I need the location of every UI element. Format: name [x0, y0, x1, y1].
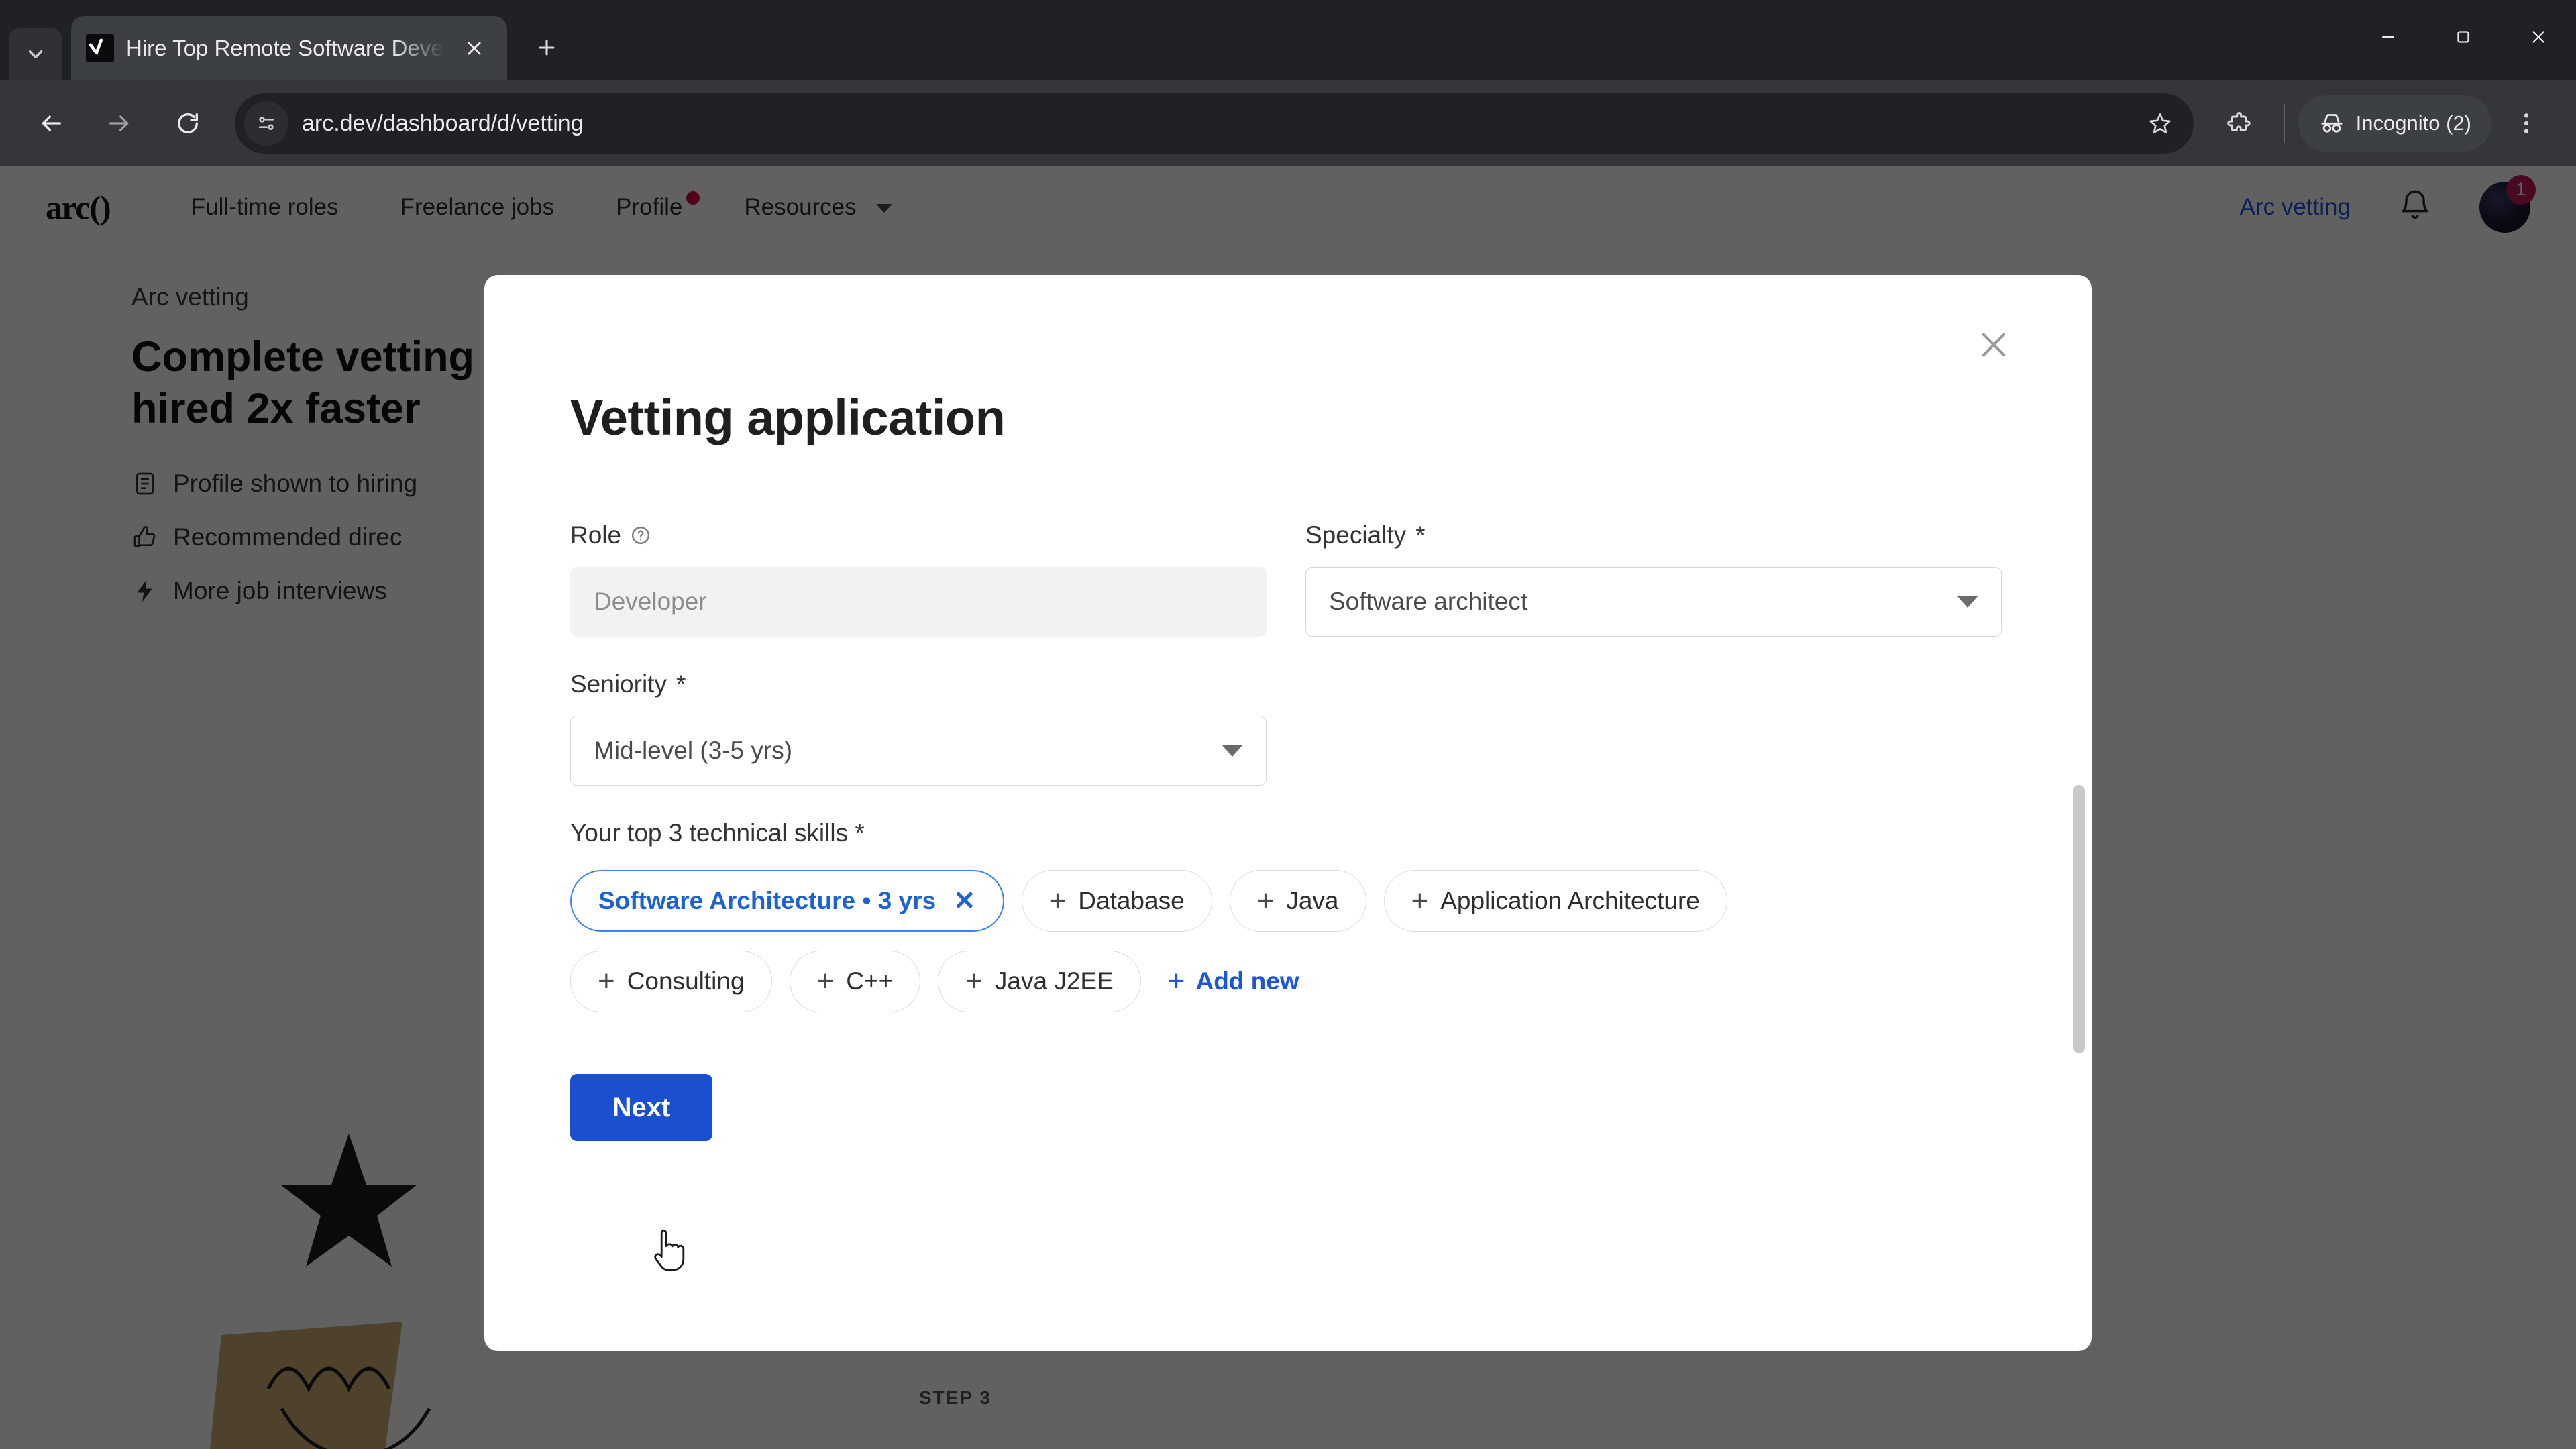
- seniority-label-text: Seniority: [570, 670, 667, 698]
- chevron-down-icon: [1222, 745, 1243, 757]
- plus-icon: +: [598, 965, 615, 998]
- specialty-label-text: Specialty: [1305, 521, 1407, 549]
- specialty-value: Software architect: [1329, 588, 1528, 615]
- seniority-label: Seniority *: [570, 670, 1267, 698]
- plus-icon: +: [1167, 965, 1185, 998]
- field-seniority: Seniority * Mid-level (3-5 yrs): [570, 670, 1267, 786]
- tab-search-button[interactable]: [9, 28, 62, 80]
- skill-chip-label: Software Architecture • 3 yrs: [598, 887, 936, 914]
- profile-incognito-indicator[interactable]: Incognito (2): [2298, 95, 2491, 152]
- extensions-button[interactable]: [2208, 93, 2270, 154]
- modal-title: Vetting application: [570, 390, 1006, 445]
- minimize-button[interactable]: [2351, 0, 2426, 74]
- plus-icon: +: [816, 965, 835, 998]
- back-button[interactable]: [19, 91, 83, 156]
- forward-button[interactable]: [87, 91, 152, 156]
- window-controls: [2351, 0, 2576, 74]
- address-bar[interactable]: arc.dev/dashboard/d/vetting: [235, 93, 2194, 154]
- skills-label: Your top 3 technical skills *: [570, 819, 865, 847]
- modal-inner: Vetting application Role Developer Speci…: [484, 275, 2092, 1351]
- skill-chip-label: Consulting: [627, 967, 745, 995]
- seniority-required-asterisk: *: [676, 670, 686, 698]
- skill-chip-label: Java: [1286, 887, 1339, 914]
- chevron-down-icon: [1957, 596, 1978, 608]
- seniority-value: Mid-level (3-5 yrs): [594, 737, 793, 764]
- specialty-label: Specialty *: [1305, 521, 2002, 549]
- plus-icon: +: [1256, 884, 1275, 918]
- browser-tab[interactable]: Hire Top Remote Software Deve: [71, 16, 507, 80]
- minimize-icon: [2382, 36, 2394, 38]
- skill-chip-label: Java J2EE: [994, 967, 1114, 995]
- tab-title: Hire Top Remote Software Deve: [126, 36, 443, 60]
- url-text[interactable]: arc.dev/dashboard/d/vetting: [302, 111, 2121, 137]
- vetting-application-modal: Vetting application Role Developer Speci…: [484, 275, 2092, 1351]
- specialty-required-asterisk: *: [1415, 521, 1426, 549]
- form-row-seniority: Seniority * Mid-level (3-5 yrs): [570, 670, 2006, 786]
- arrow-right-icon: [109, 115, 129, 131]
- more-vertical-icon: [2524, 113, 2529, 133]
- plus-icon: +: [1049, 884, 1067, 918]
- close-icon: [1982, 333, 2006, 357]
- role-value: Developer: [594, 588, 707, 615]
- skill-chip[interactable]: + Java: [1229, 870, 1366, 932]
- modal-scrollbar[interactable]: [2073, 785, 2085, 1053]
- browser-window: Hire Top Remote Software Deve arc.dev/da…: [0, 0, 2576, 1449]
- tab-close-button[interactable]: [456, 30, 492, 66]
- role-input: Developer: [570, 567, 1267, 637]
- arc-favicon: [86, 34, 114, 62]
- help-icon[interactable]: [631, 525, 651, 545]
- specialty-select[interactable]: Software architect: [1305, 567, 2002, 637]
- skill-chip-label: C++: [846, 967, 894, 995]
- field-role: Role Developer: [570, 521, 1267, 637]
- maximize-icon: [2457, 31, 2469, 43]
- arrow-left-icon: [42, 115, 62, 131]
- skill-chip[interactable]: + Consulting: [570, 951, 772, 1012]
- site-settings-button[interactable]: [244, 101, 288, 146]
- incognito-icon: [2321, 114, 2343, 133]
- close-icon: [468, 42, 481, 55]
- reload-icon: [178, 113, 198, 134]
- skill-chip-label: Application Architecture: [1440, 887, 1700, 914]
- tune-icon: [258, 117, 274, 130]
- close-icon: [2532, 31, 2544, 43]
- next-button[interactable]: Next: [570, 1074, 712, 1141]
- field-specialty: Specialty * Software architect: [1305, 521, 2002, 637]
- add-new-skill-label: Add new: [1195, 967, 1299, 995]
- new-tab-button[interactable]: [519, 20, 574, 75]
- modal-close-button[interactable]: [1966, 317, 2022, 373]
- role-label: Role: [570, 521, 1267, 549]
- maximize-button[interactable]: [2426, 0, 2501, 74]
- seniority-select[interactable]: Mid-level (3-5 yrs): [570, 716, 1267, 786]
- remove-skill-icon[interactable]: ✕: [953, 885, 976, 916]
- skill-chip-label: Database: [1078, 887, 1185, 914]
- star-icon: [2149, 113, 2171, 133]
- profile-label: Incognito (2): [2355, 111, 2471, 135]
- plus-icon: [539, 40, 555, 56]
- skill-chip[interactable]: + Application Architecture: [1383, 870, 1727, 932]
- chevron-down-icon: [28, 50, 43, 58]
- skill-chips-container: Software Architecture • 3 yrs ✕ + Databa…: [570, 870, 1885, 1012]
- skill-chip[interactable]: + Java J2EE: [938, 951, 1141, 1012]
- skill-chip-selected[interactable]: Software Architecture • 3 yrs ✕: [570, 870, 1004, 932]
- add-new-skill-button[interactable]: + Add new: [1159, 951, 1299, 1012]
- puzzle-icon: [2226, 112, 2251, 131]
- form-row-role-specialty: Role Developer Specialty * Software arch…: [570, 521, 2006, 637]
- plus-icon: +: [965, 965, 983, 998]
- bookmark-star-button[interactable]: [2135, 98, 2186, 149]
- toolbar-divider: [2283, 104, 2285, 143]
- skill-chip[interactable]: + C++: [789, 951, 921, 1012]
- browser-toolbar: arc.dev/dashboard/d/vetting Incognito (2…: [0, 80, 2576, 166]
- tab-strip: Hire Top Remote Software Deve: [0, 0, 2576, 80]
- role-label-text: Role: [570, 521, 622, 549]
- mouse-cursor-pointer: [654, 1229, 685, 1271]
- chrome-menu-button[interactable]: [2496, 93, 2557, 154]
- plus-icon: +: [1411, 884, 1429, 918]
- skill-chip[interactable]: + Database: [1021, 870, 1212, 932]
- close-window-button[interactable]: [2501, 0, 2576, 74]
- reload-button[interactable]: [156, 91, 220, 156]
